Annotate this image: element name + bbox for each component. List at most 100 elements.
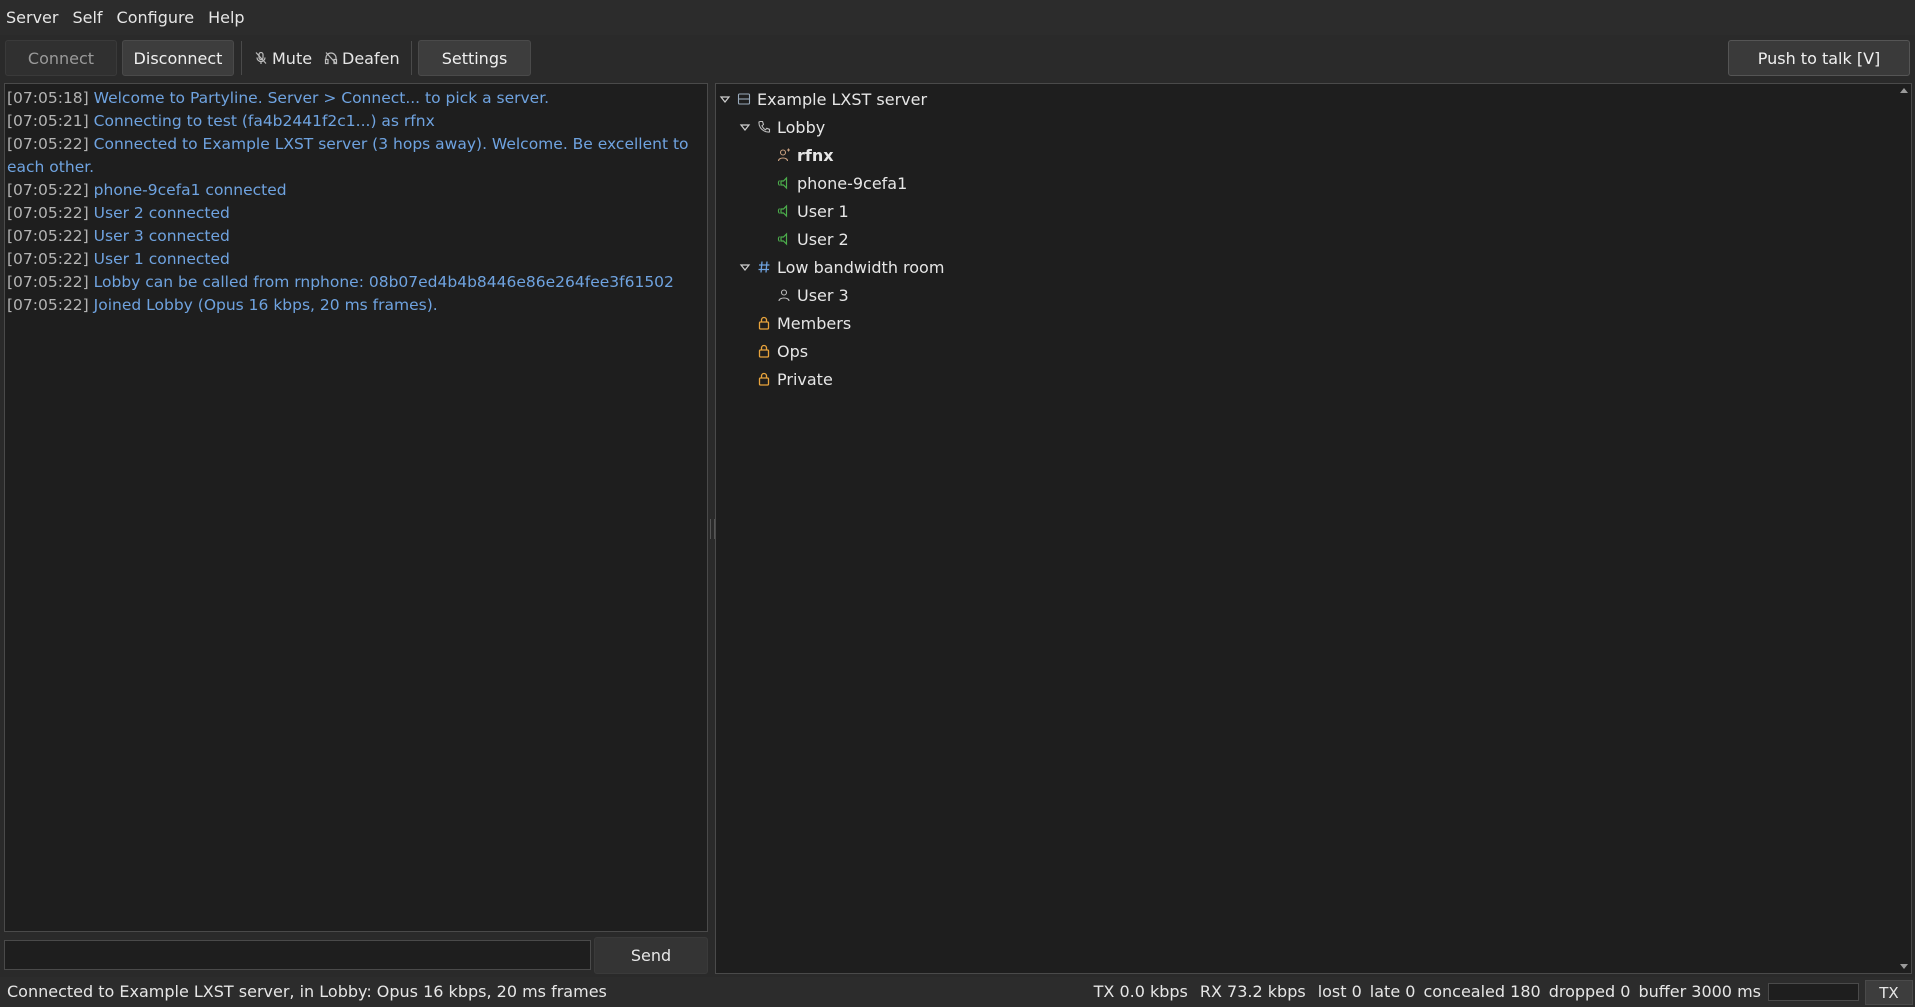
channel-name: Ops: [777, 341, 809, 361]
log-timestamp: [07:05:21]: [7, 112, 89, 130]
log-message: User 2 connected: [93, 204, 230, 222]
log-timestamp: [07:05:18]: [7, 89, 89, 107]
server-icon: [737, 93, 751, 105]
tree-channel-locked[interactable]: Members: [757, 309, 851, 337]
channel-name: Members: [777, 313, 852, 333]
tree-channel-low-bandwidth[interactable]: Low bandwidth room: [739, 253, 944, 281]
deafen-label: Deafen: [342, 48, 400, 68]
scroll-up-icon[interactable]: [1900, 88, 1908, 93]
log-message: Joined Lobby (Opus 16 kbps, 20 ms frames…: [93, 296, 438, 314]
log-message: Connected to Example LXST server (3 hops…: [7, 135, 689, 176]
log-line: [07:05:22] User 3 connected: [7, 225, 705, 248]
hash-icon: [758, 261, 770, 273]
toolbar-separator: [241, 41, 242, 75]
menu-server[interactable]: Server: [0, 0, 65, 35]
log-line: [07:05:21] Connecting to test (fa4b2441f…: [7, 110, 705, 133]
log-timestamp: [07:05:22]: [7, 227, 89, 245]
user-self-icon: [777, 148, 790, 162]
collapse-arrow-icon[interactable]: [739, 261, 751, 273]
toolbar-separator: [411, 41, 412, 75]
user-name: User 3: [797, 285, 849, 305]
log-line: [07:05:18] Welcome to Partyline. Server …: [7, 87, 705, 110]
tree-channel-locked[interactable]: Private: [757, 365, 833, 393]
log-message: Connecting to test (fa4b2441f2c1...) as …: [93, 112, 435, 130]
log-line: [07:05:22] User 1 connected: [7, 248, 705, 271]
tree-scrollbar[interactable]: [1897, 84, 1911, 973]
log-message: User 3 connected: [93, 227, 230, 245]
buffer-size: buffer 3000 ms: [1638, 982, 1761, 1001]
send-button[interactable]: Send: [594, 937, 708, 974]
log-timestamp: [07:05:22]: [7, 135, 89, 153]
log-message: Welcome to Partyline. Server > Connect..…: [93, 89, 550, 107]
tree-user[interactable]: phone-9cefa1: [777, 169, 907, 197]
log-timestamp: [07:05:22]: [7, 296, 89, 314]
speaker-talking-icon: [777, 176, 788, 190]
pane-splitter[interactable]: [709, 83, 715, 974]
menu-self[interactable]: Self: [65, 0, 109, 35]
scroll-down-icon[interactable]: [1900, 964, 1908, 969]
speaker-talking-icon: [777, 232, 788, 246]
menu-bar: Server Self Configure Help: [0, 0, 1915, 35]
server-name: Example LXST server: [757, 89, 928, 109]
log-timestamp: [07:05:22]: [7, 181, 89, 199]
user-name: User 1: [797, 201, 849, 221]
log-message: Lobby can be called from rnphone: 08b07e…: [93, 273, 674, 291]
log-line: [07:05:22] Connected to Example LXST ser…: [7, 133, 705, 179]
channel-name: Low bandwidth room: [777, 257, 945, 277]
log-line: [07:05:22] phone-9cefa1 connected: [7, 179, 705, 202]
tree-server[interactable]: Example LXST server: [719, 85, 927, 113]
lock-icon: [758, 372, 770, 386]
tree-channel-lobby[interactable]: Lobby: [739, 113, 825, 141]
log-line: [07:05:22] Lobby can be called from rnph…: [7, 271, 705, 294]
channel-name: Lobby: [777, 117, 826, 137]
phone-icon: [758, 120, 771, 133]
log-timestamp: [07:05:22]: [7, 273, 89, 291]
tx-indicator: TX: [1865, 980, 1913, 1005]
deafen-toggle[interactable]: Deafen: [324, 40, 400, 76]
late-count: late 0: [1369, 982, 1416, 1001]
mute-toggle[interactable]: Mute: [254, 40, 312, 76]
disconnect-button[interactable]: Disconnect: [122, 40, 234, 76]
mute-label: Mute: [272, 48, 313, 68]
menu-configure[interactable]: Configure: [110, 0, 202, 35]
connection-status: Connected to Example LXST server, in Lob…: [7, 982, 607, 1001]
headphones-off-icon: [324, 52, 338, 65]
push-to-talk-button[interactable]: Push to talk [V]: [1728, 40, 1910, 76]
log-message: phone-9cefa1 connected: [93, 181, 287, 199]
mic-off-icon: [255, 51, 267, 64]
tx-level-meter: [1768, 983, 1859, 1001]
tree-user[interactable]: User 3: [777, 281, 849, 309]
settings-button[interactable]: Settings: [418, 40, 531, 76]
log-timestamp: [07:05:22]: [7, 204, 89, 222]
tree-channel-locked[interactable]: Ops: [757, 337, 808, 365]
log-timestamp: [07:05:22]: [7, 250, 89, 268]
concealed-count: concealed 180: [1423, 982, 1541, 1001]
rx-rate: RX 73.2 kbps: [1199, 982, 1306, 1001]
connect-button[interactable]: Connect: [5, 40, 117, 76]
user-name: User 2: [797, 229, 849, 249]
lock-icon: [758, 344, 770, 358]
tx-rate: TX 0.0 kbps: [1093, 982, 1188, 1001]
log-message: User 1 connected: [93, 250, 230, 268]
menu-help[interactable]: Help: [201, 0, 251, 35]
speaker-talking-icon: [777, 204, 788, 218]
tree-user-self[interactable]: rfnx: [777, 141, 834, 169]
lock-icon: [758, 316, 770, 330]
lost-count: lost 0: [1317, 982, 1362, 1001]
message-input[interactable]: [4, 940, 591, 970]
channel-name: Private: [777, 369, 833, 389]
user-icon: [778, 289, 790, 302]
toolbar: Connect Disconnect Mute Deafen Settings …: [0, 37, 1915, 79]
user-name: rfnx: [797, 145, 834, 165]
collapse-arrow-icon[interactable]: [719, 93, 731, 105]
channel-tree[interactable]: Example LXST server Lobby rfnx phone-9ce…: [715, 83, 1912, 974]
user-name: phone-9cefa1: [797, 173, 908, 193]
chat-log[interactable]: [07:05:18] Welcome to Partyline. Server …: [4, 83, 708, 932]
dropped-count: dropped 0: [1548, 982, 1631, 1001]
log-line: [07:05:22] User 2 connected: [7, 202, 705, 225]
status-bar: Connected to Example LXST server, in Lob…: [0, 977, 1915, 1007]
collapse-arrow-icon[interactable]: [739, 121, 751, 133]
tree-user[interactable]: User 1: [777, 197, 849, 225]
audio-stats: TX 0.0 kbps RX 73.2 kbps lost 0 late 0 c…: [1082, 977, 1761, 1007]
tree-user[interactable]: User 2: [777, 225, 849, 253]
